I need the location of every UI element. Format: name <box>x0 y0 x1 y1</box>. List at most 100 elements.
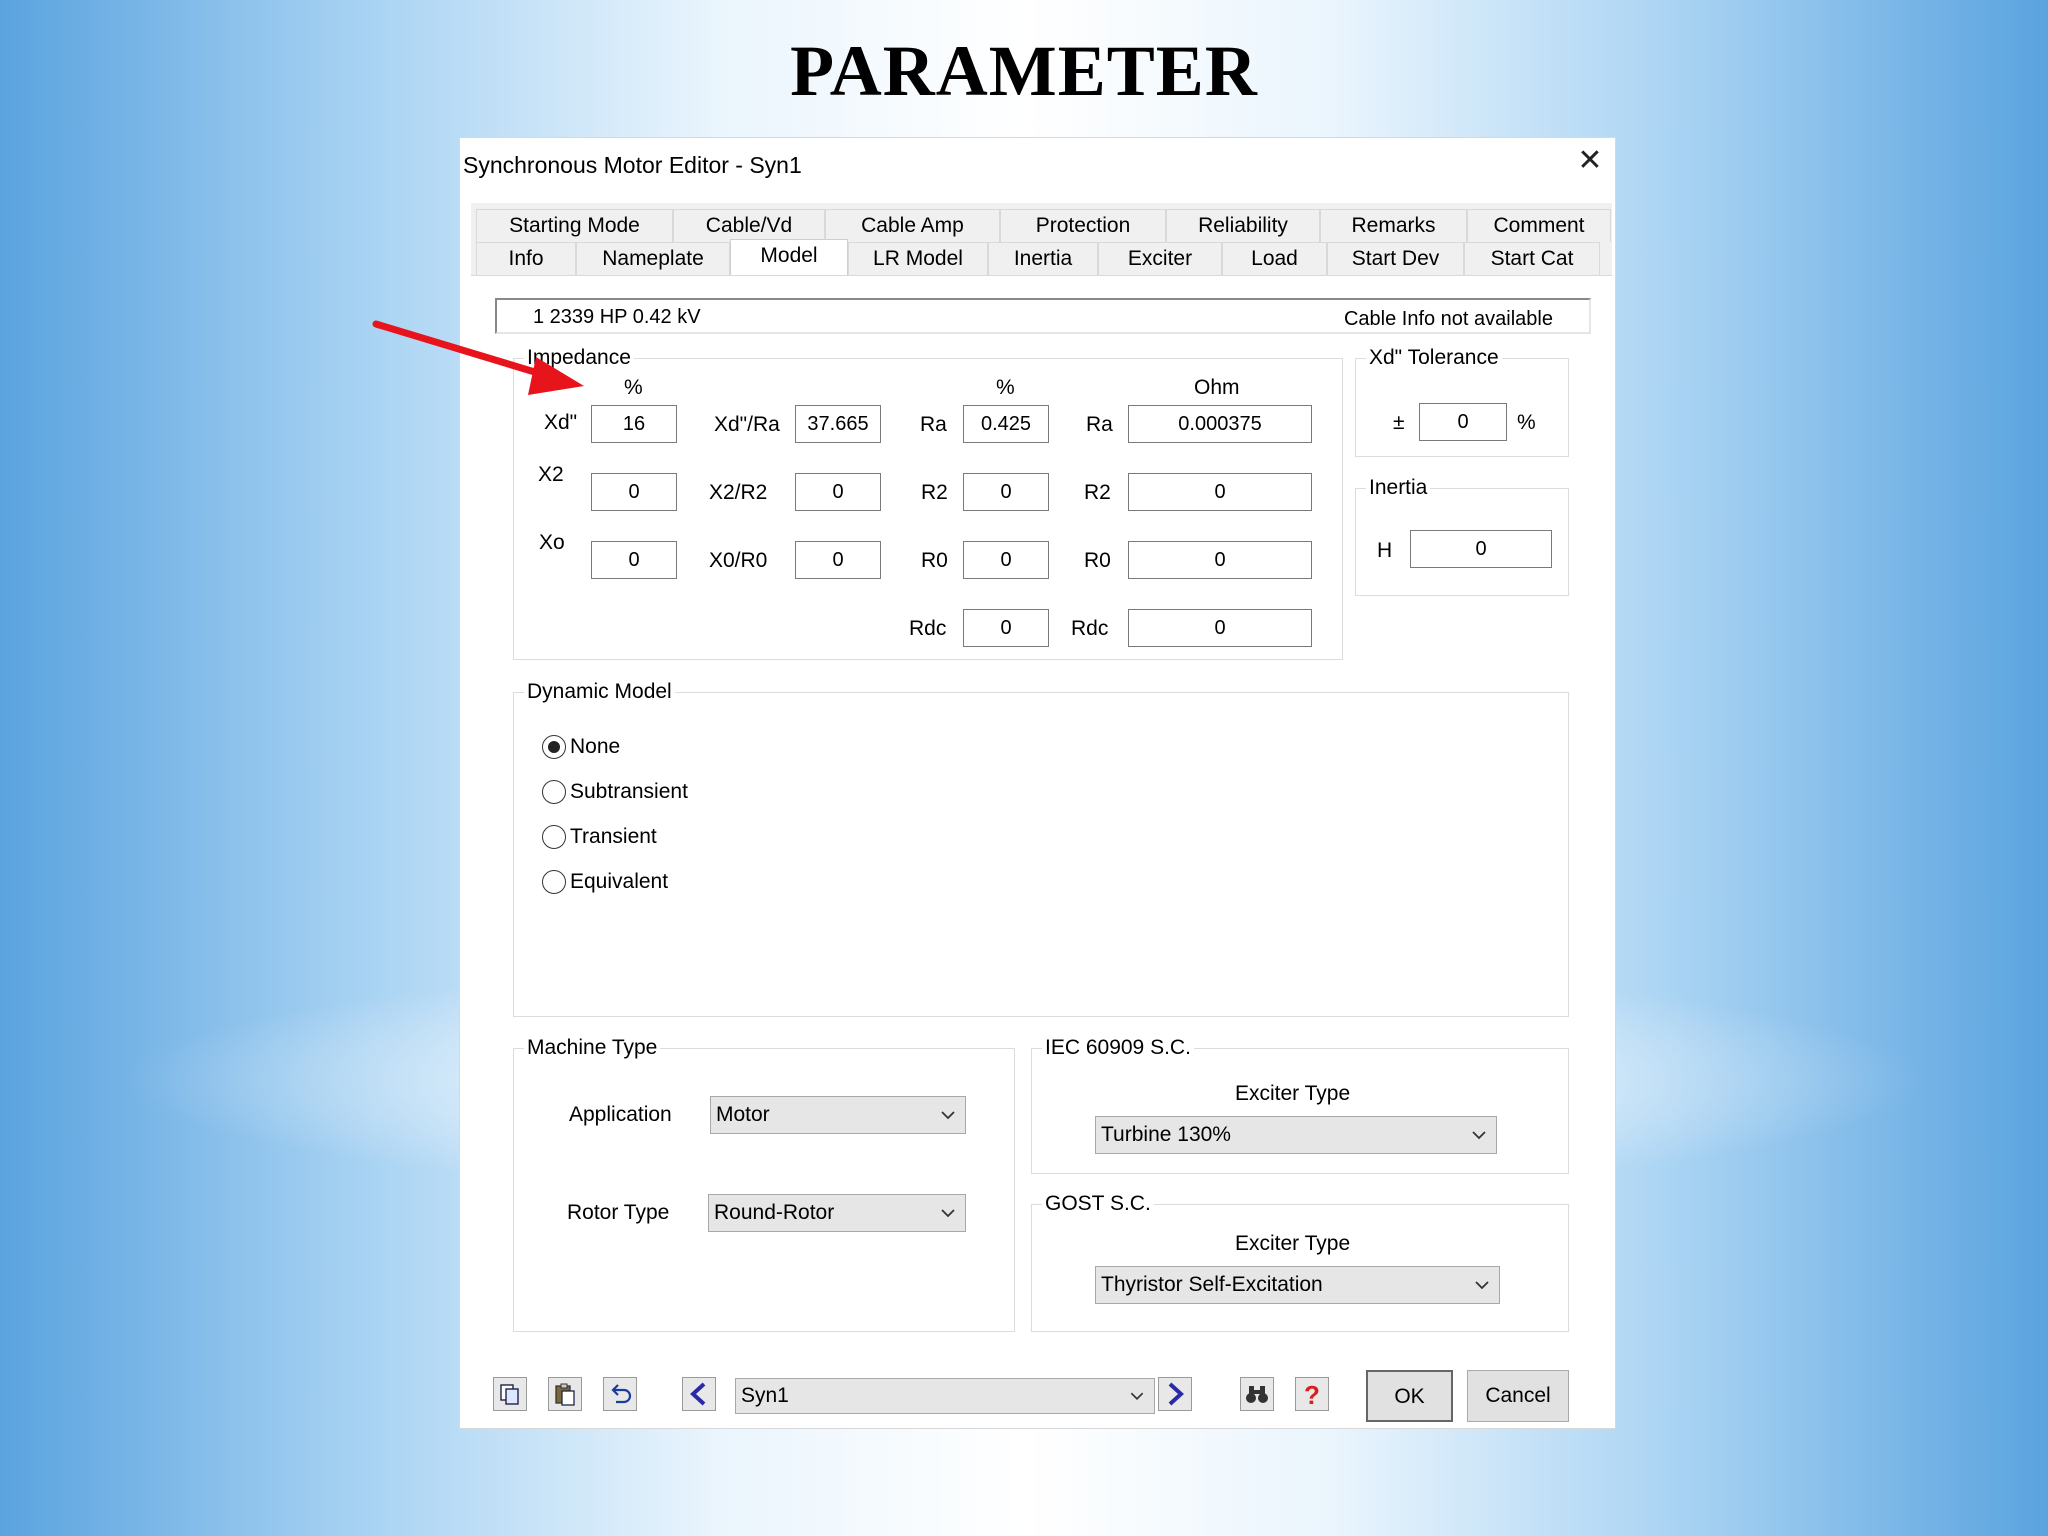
radio-subtransient[interactable]: Subtransient <box>542 780 688 804</box>
ra-ohm-field[interactable]: 0.000375 <box>1128 405 1312 443</box>
radio-equivalent-label: Equivalent <box>570 870 669 893</box>
xd-ra-label: Xd"/Ra <box>714 413 780 436</box>
paste-button[interactable] <box>548 1377 582 1411</box>
find-button[interactable] <box>1240 1377 1274 1411</box>
iec-exciter-type-label: Exciter Type <box>1235 1082 1351 1105</box>
motor-editor-dialog: Synchronous Motor Editor - Syn1 ✕ Starti… <box>459 137 1616 1429</box>
h-field[interactable]: 0 <box>1410 530 1552 568</box>
chevron-down-icon <box>941 1209 955 1218</box>
ok-button[interactable]: OK <box>1366 1370 1453 1422</box>
previous-button[interactable] <box>682 1377 716 1411</box>
tab-nameplate[interactable]: Nameplate <box>576 242 730 275</box>
tab-starting-mode[interactable]: Starting Mode <box>476 209 673 242</box>
rdc-pct-field[interactable]: 0 <box>963 609 1049 647</box>
ra-pct-label: Ra <box>920 413 947 436</box>
radio-transient-label: Transient <box>570 825 657 848</box>
dynamic-model-legend: Dynamic Model <box>524 680 675 704</box>
x0-r0-field[interactable]: 0 <box>795 541 881 579</box>
gost-exciter-type-select[interactable]: Thyristor Self-Excitation <box>1095 1266 1500 1304</box>
chevron-down-icon <box>1130 1392 1144 1401</box>
x2-field[interactable]: 0 <box>591 473 677 511</box>
chevron-right-icon <box>1168 1382 1184 1406</box>
percent-header-1: % <box>624 376 643 399</box>
xd-tolerance-legend: Xd" Tolerance <box>1366 346 1502 370</box>
cancel-button[interactable]: Cancel <box>1467 1370 1569 1422</box>
r0-ohm-label: R0 <box>1084 549 1111 572</box>
radio-none[interactable]: None <box>542 735 620 759</box>
xd-ra-field[interactable]: 37.665 <box>795 405 881 443</box>
x2-r2-label: X2/R2 <box>709 481 768 504</box>
binoculars-icon <box>1246 1386 1268 1403</box>
help-icon: ? <box>1304 1380 1320 1410</box>
xd-field[interactable]: 16 <box>591 405 677 443</box>
dialog-title: Synchronous Motor Editor - Syn1 <box>463 152 802 178</box>
copy-button[interactable] <box>493 1377 527 1411</box>
close-icon[interactable]: ✕ <box>1573 144 1607 178</box>
element-select[interactable]: Syn1 <box>735 1378 1155 1414</box>
rdc-ohm-field[interactable]: 0 <box>1128 609 1312 647</box>
xo-label: Xo <box>539 531 565 554</box>
tab-inertia[interactable]: Inertia <box>988 242 1098 275</box>
r2-ohm-field[interactable]: 0 <box>1128 473 1312 511</box>
tab-row-1-items: Starting Mode Cable/Vd Cable Amp Protect… <box>476 209 1611 242</box>
r0-pct-field[interactable]: 0 <box>963 541 1049 579</box>
cable-info-text: Cable Info not available <box>1343 308 1553 330</box>
iec-exciter-type-value: Turbine 130% <box>1101 1123 1231 1146</box>
dialog-body: Starting Mode Cable/Vd Cable Amp Protect… <box>471 203 1612 1422</box>
radio-none-label: None <box>570 735 621 758</box>
plus-minus-label: ± <box>1393 411 1405 434</box>
radio-unchecked-icon[interactable] <box>542 870 566 894</box>
inertia-group: Inertia H 0 <box>1355 476 1569 596</box>
slide-title: PARAMETER <box>790 31 1258 111</box>
tab-protection[interactable]: Protection <box>1000 209 1166 242</box>
tab-cable-vd[interactable]: Cable/Vd <box>673 209 825 242</box>
radio-unchecked-icon[interactable] <box>542 780 566 804</box>
machine-type-legend: Machine Type <box>524 1036 661 1060</box>
rotor-type-select[interactable]: Round-Rotor <box>708 1194 966 1232</box>
ra-pct-field[interactable]: 0.425 <box>963 405 1049 443</box>
iec-exciter-type-select[interactable]: Turbine 130% <box>1095 1116 1497 1154</box>
application-select[interactable]: Motor <box>710 1096 966 1134</box>
tab-remarks[interactable]: Remarks <box>1320 209 1467 242</box>
help-button[interactable]: ? <box>1295 1377 1329 1411</box>
undo-button[interactable] <box>603 1377 637 1411</box>
radio-checked-icon[interactable] <box>542 735 566 759</box>
xd-tolerance-field[interactable]: 0 <box>1419 403 1507 441</box>
r2-ohm-label: R2 <box>1084 481 1111 504</box>
r2-pct-field[interactable]: 0 <box>963 473 1049 511</box>
tab-comment[interactable]: Comment <box>1467 209 1611 242</box>
tab-lr-model[interactable]: LR Model <box>848 242 988 275</box>
chevron-down-icon <box>1475 1281 1489 1290</box>
machine-type-group: Machine Type Application Motor Rotor Typ… <box>513 1036 1015 1332</box>
radio-transient[interactable]: Transient <box>542 825 657 849</box>
xd-label: Xd" <box>544 411 578 434</box>
radio-unchecked-icon[interactable] <box>542 825 566 849</box>
percent-header-2: % <box>996 376 1015 399</box>
tab-exciter[interactable]: Exciter <box>1098 242 1222 275</box>
iec-sc-legend: IEC 60909 S.C. <box>1042 1036 1194 1060</box>
radio-equivalent[interactable]: Equivalent <box>542 870 668 894</box>
rdc-ohm-label: Rdc <box>1071 617 1109 640</box>
x2-r2-field[interactable]: 0 <box>795 473 881 511</box>
gost-sc-legend: GOST S.C. <box>1042 1192 1154 1216</box>
tab-start-dev[interactable]: Start Dev <box>1327 242 1464 275</box>
r0-ohm-field[interactable]: 0 <box>1128 541 1312 579</box>
xo-field[interactable]: 0 <box>591 541 677 579</box>
ohm-header: Ohm <box>1194 376 1240 399</box>
tab-reliability[interactable]: Reliability <box>1166 209 1320 242</box>
titlebar: Synchronous Motor Editor - Syn1 ✕ <box>460 138 1615 188</box>
model-tab-panel: 1 2339 HP 0.42 kV Cable Info not availab… <box>471 275 1612 1422</box>
gost-sc-group: GOST S.C. Exciter Type Thyristor Self-Ex… <box>1031 1192 1569 1332</box>
next-button[interactable] <box>1158 1377 1192 1411</box>
tab-load[interactable]: Load <box>1222 242 1327 275</box>
tab-start-cat[interactable]: Start Cat <box>1464 242 1600 275</box>
tab-info[interactable]: Info <box>476 242 576 275</box>
tab-cable-amp[interactable]: Cable Amp <box>825 209 1000 242</box>
motor-rating-text: 1 2339 HP 0.42 kV <box>533 306 701 328</box>
undo-icon <box>611 1384 632 1404</box>
r0-pct-label: R0 <box>921 549 948 572</box>
x0-r0-label: X0/R0 <box>709 549 768 572</box>
tab-row-2: Info Nameplate Model LR Model Inertia Ex… <box>476 239 1600 275</box>
tab-model[interactable]: Model <box>730 239 848 275</box>
info-bar: 1 2339 HP 0.42 kV Cable Info not availab… <box>495 298 1591 334</box>
